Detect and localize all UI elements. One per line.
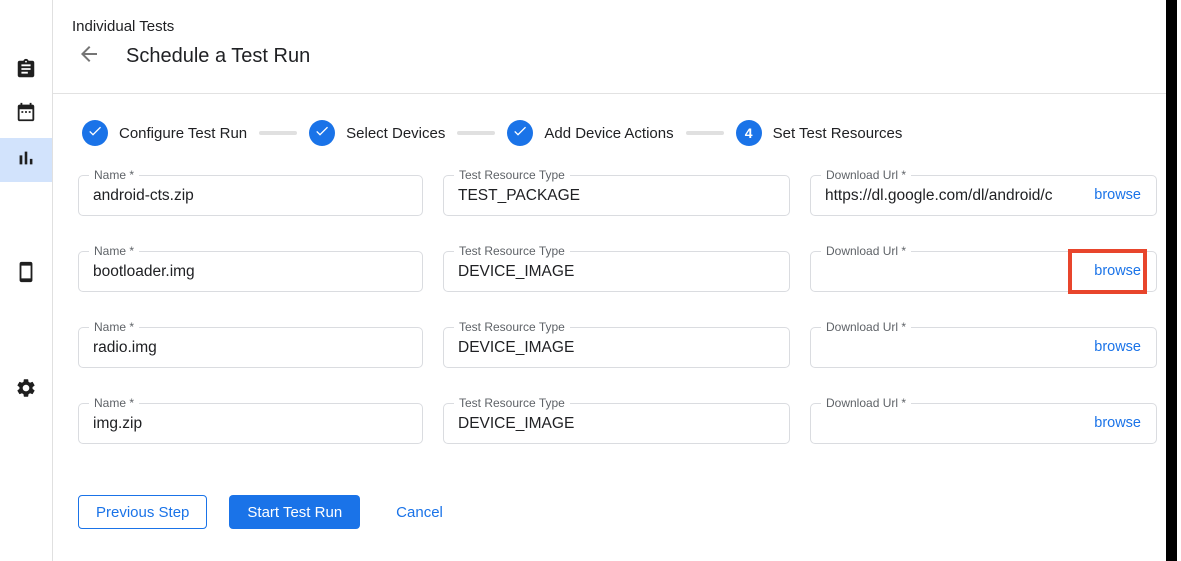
- step-number: 4: [745, 125, 753, 141]
- field-label: Test Resource Type: [454, 396, 570, 410]
- gear-icon: [15, 377, 37, 404]
- type-field-row4[interactable]: Test Resource Type DEVICE_IMAGE: [443, 403, 790, 444]
- field-label: Name *: [89, 168, 139, 182]
- field-label: Test Resource Type: [454, 320, 570, 334]
- field-label: Name *: [89, 244, 139, 258]
- type-field-row2[interactable]: Test Resource Type DEVICE_IMAGE: [443, 251, 790, 292]
- field-label: Download Url *: [821, 320, 911, 334]
- name-field-row2[interactable]: Name * bootloader.img: [78, 251, 423, 292]
- page-title: Schedule a Test Run: [126, 45, 310, 68]
- step-complete-circle: [82, 120, 108, 146]
- step-complete-circle: [309, 120, 335, 146]
- test-resources-form: Name * android-cts.zip Test Resource Typ…: [78, 175, 1166, 444]
- browse-button-row1[interactable]: browse: [1079, 176, 1156, 215]
- step-complete-circle: [507, 120, 533, 146]
- step-label: Configure Test Run: [119, 125, 247, 142]
- browse-button-row4[interactable]: browse: [1079, 404, 1156, 443]
- step-current-circle: 4: [736, 120, 762, 146]
- stepper: Configure Test Run Select Devices Add De…: [82, 120, 1166, 146]
- check-icon: [512, 123, 528, 144]
- check-icon: [87, 123, 103, 144]
- step-connector: [259, 131, 297, 135]
- check-icon: [314, 123, 330, 144]
- field-label: Download Url *: [821, 244, 911, 258]
- step-label: Set Test Resources: [773, 125, 903, 142]
- field-label: Test Resource Type: [454, 168, 570, 182]
- browse-button-row2[interactable]: browse: [1079, 252, 1156, 291]
- url-field-row3[interactable]: Download Url * browse: [810, 327, 1157, 368]
- field-label: Download Url *: [821, 168, 911, 182]
- step-connector: [686, 131, 724, 135]
- sidebar-item-settings[interactable]: [0, 368, 52, 412]
- previous-step-button[interactable]: Previous Step: [78, 495, 207, 529]
- back-button[interactable]: [77, 44, 101, 68]
- app-window: Individual Tests Schedule a Test Run Con…: [0, 0, 1181, 561]
- name-field-row1[interactable]: Name * android-cts.zip: [78, 175, 423, 216]
- sidebar-nav: [0, 0, 53, 561]
- sidebar-item-test-runs[interactable]: [0, 138, 52, 182]
- page-header: Individual Tests Schedule a Test Run: [53, 0, 1166, 94]
- type-field-row1[interactable]: Test Resource Type TEST_PACKAGE: [443, 175, 790, 216]
- field-label: Name *: [89, 396, 139, 410]
- screen-edge-black-bar: [1166, 0, 1177, 561]
- start-test-run-button[interactable]: Start Test Run: [229, 495, 360, 529]
- step-add-device-actions[interactable]: Add Device Actions: [507, 120, 673, 146]
- step-label: Add Device Actions: [544, 125, 673, 142]
- sidebar-item-tests[interactable]: [0, 49, 52, 93]
- step-select-devices[interactable]: Select Devices: [309, 120, 445, 146]
- clipboard-icon: [15, 58, 37, 85]
- action-bar: Previous Step Start Test Run Cancel: [78, 495, 1166, 529]
- calendar-icon: [15, 101, 37, 128]
- main-content: Individual Tests Schedule a Test Run Con…: [53, 0, 1166, 561]
- step-label: Select Devices: [346, 125, 445, 142]
- field-label: Name *: [89, 320, 139, 334]
- smartphone-icon: [15, 261, 37, 288]
- name-field-row4[interactable]: Name * img.zip: [78, 403, 423, 444]
- url-field-row2[interactable]: Download Url * browse: [810, 251, 1157, 292]
- cancel-button[interactable]: Cancel: [384, 495, 455, 529]
- url-field-row4[interactable]: Download Url * browse: [810, 403, 1157, 444]
- step-set-test-resources[interactable]: 4 Set Test Resources: [736, 120, 903, 146]
- sidebar-item-devices[interactable]: [0, 252, 52, 296]
- step-connector: [457, 131, 495, 135]
- step-configure-test-run[interactable]: Configure Test Run: [82, 120, 247, 146]
- name-field-row3[interactable]: Name * radio.img: [78, 327, 423, 368]
- field-label: Download Url *: [821, 396, 911, 410]
- field-label: Test Resource Type: [454, 244, 570, 258]
- arrow-back-icon: [77, 42, 101, 71]
- bar-chart-icon: [15, 147, 37, 174]
- breadcrumb: Individual Tests: [72, 18, 174, 35]
- browse-button-row3[interactable]: browse: [1079, 328, 1156, 367]
- type-field-row3[interactable]: Test Resource Type DEVICE_IMAGE: [443, 327, 790, 368]
- sidebar-item-test-plans[interactable]: [0, 92, 52, 136]
- url-field-row1[interactable]: Download Url * https://dl.google.com/dl/…: [810, 175, 1157, 216]
